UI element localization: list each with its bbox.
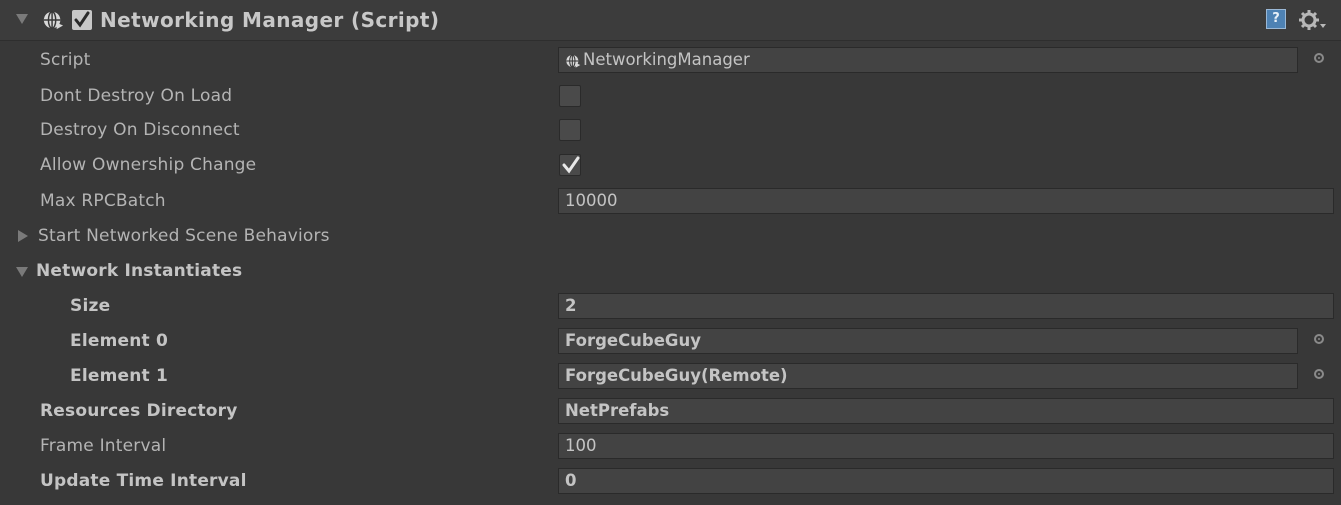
- script-row: Script NetworkingManager: [0, 43, 1341, 77]
- component-title: Networking Manager (Script): [100, 8, 440, 32]
- start-networked-scene-behaviors-row[interactable]: Start Networked Scene Behaviors: [0, 219, 1341, 253]
- allow-ownership-change-checkbox[interactable]: [559, 154, 581, 176]
- network-instantiates-label: Network Instantiates: [36, 261, 243, 281]
- max-rpc-batch-row: Max RPCBatch 10000: [0, 184, 1341, 218]
- array-size-label: Size: [70, 296, 111, 316]
- checkmark-icon: [562, 156, 580, 174]
- component-header: Networking Manager (Script) ?: [0, 0, 1341, 41]
- resources-directory-label: Resources Directory: [40, 401, 238, 421]
- resources-directory-field[interactable]: NetPrefabs: [558, 398, 1334, 424]
- element-0-field[interactable]: ForgeCubeGuy: [558, 328, 1298, 354]
- element-0-row: Element 0 ForgeCubeGuy: [0, 324, 1341, 358]
- frame-interval-field[interactable]: 100: [558, 433, 1334, 459]
- network-instantiates-row[interactable]: Network Instantiates: [0, 254, 1341, 288]
- help-icon[interactable]: ?: [1266, 9, 1286, 29]
- component-foldout-icon[interactable]: [16, 14, 28, 24]
- destroy-on-disconnect-row: Destroy On Disconnect: [0, 113, 1341, 147]
- update-time-interval-field[interactable]: 0: [558, 468, 1334, 494]
- element-1-field[interactable]: ForgeCubeGuy(Remote): [558, 363, 1298, 389]
- script-field[interactable]: NetworkingManager: [558, 47, 1298, 73]
- globe-icon: [42, 9, 64, 31]
- array-size-field[interactable]: 2: [558, 293, 1334, 319]
- object-picker-icon[interactable]: [1314, 53, 1324, 63]
- globe-icon: [565, 53, 581, 69]
- element-1-label: Element 1: [70, 366, 168, 386]
- foldout-collapsed-icon[interactable]: [18, 230, 28, 242]
- start-networked-scene-behaviors-label: Start Networked Scene Behaviors: [38, 226, 330, 246]
- max-rpc-batch-label: Max RPCBatch: [40, 191, 166, 211]
- foldout-expanded-icon[interactable]: [16, 267, 28, 277]
- resources-directory-row: Resources Directory NetPrefabs: [0, 394, 1341, 428]
- script-value: NetworkingManager: [583, 50, 750, 69]
- dont-destroy-on-load-checkbox[interactable]: [559, 85, 581, 107]
- object-picker-icon[interactable]: [1314, 334, 1324, 344]
- gear-icon[interactable]: [1297, 8, 1327, 32]
- allow-ownership-change-row: Allow Ownership Change: [0, 148, 1341, 182]
- checkmark-icon: [74, 11, 90, 28]
- destroy-on-disconnect-label: Destroy On Disconnect: [40, 120, 240, 140]
- element-0-label: Element 0: [70, 331, 168, 351]
- max-rpc-batch-field[interactable]: 10000: [558, 188, 1334, 214]
- object-picker-icon[interactable]: [1314, 369, 1324, 379]
- dont-destroy-on-load-row: Dont Destroy On Load: [0, 79, 1341, 113]
- update-time-interval-label: Update Time Interval: [40, 471, 247, 491]
- script-label: Script: [40, 50, 91, 70]
- element-1-row: Element 1 ForgeCubeGuy(Remote): [0, 359, 1341, 393]
- allow-ownership-change-label: Allow Ownership Change: [40, 155, 257, 175]
- destroy-on-disconnect-checkbox[interactable]: [559, 119, 581, 141]
- component-enabled-checkbox[interactable]: [72, 10, 92, 30]
- frame-interval-label: Frame Interval: [40, 436, 167, 456]
- update-time-interval-row: Update Time Interval 0: [0, 464, 1341, 498]
- dont-destroy-on-load-label: Dont Destroy On Load: [40, 86, 233, 106]
- array-size-row: Size 2: [0, 289, 1341, 323]
- frame-interval-row: Frame Interval 100: [0, 429, 1341, 463]
